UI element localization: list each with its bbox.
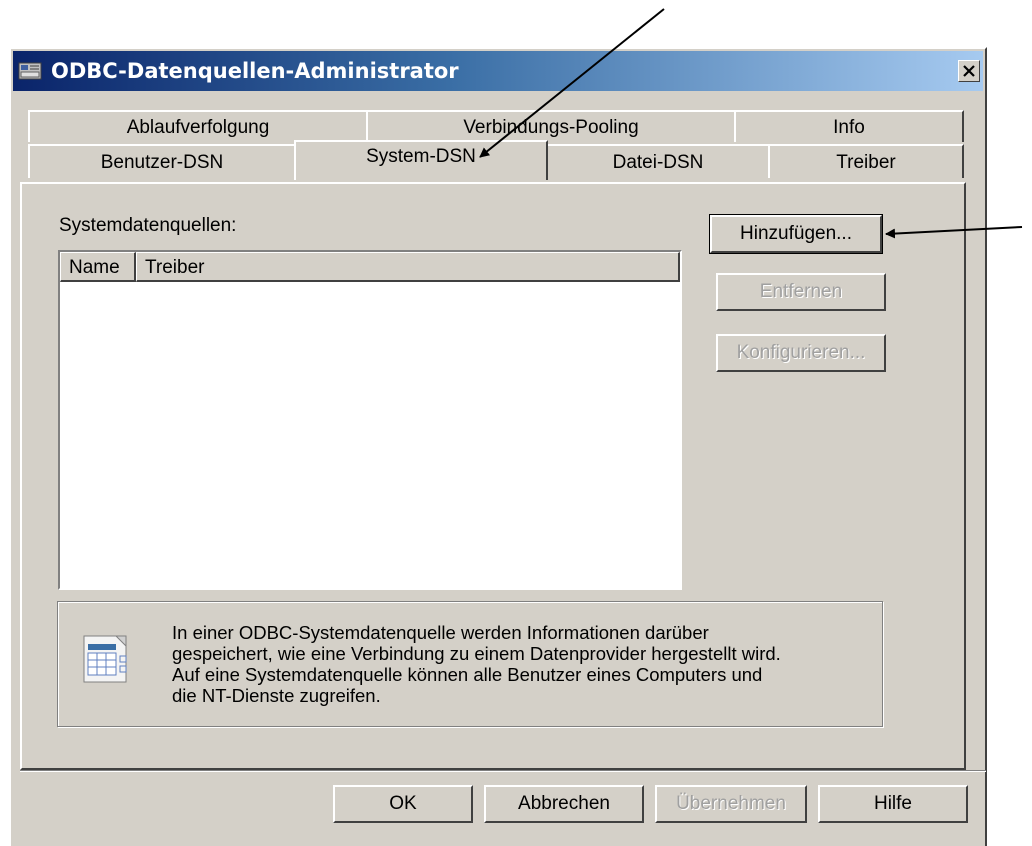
tab-label: Datei-DSN — [612, 152, 704, 173]
tab-label: Ablaufverfolgung — [126, 117, 270, 138]
button-label: OK — [389, 793, 417, 814]
apply-button[interactable]: Übernehmen — [655, 785, 807, 823]
tab-label: System-DSN — [366, 146, 476, 167]
tab-treiber[interactable]: Treiber — [768, 144, 964, 178]
data-source-list[interactable]: Name Treiber — [58, 250, 682, 590]
footer-separator — [20, 770, 986, 772]
column-header-treiber[interactable]: Treiber — [136, 252, 680, 282]
configure-button[interactable]: Konfigurieren... — [716, 334, 886, 372]
tab-label: Info — [833, 117, 865, 138]
tab-benutzer-dsn[interactable]: Benutzer-DSN — [28, 144, 296, 178]
button-label: Entfernen — [759, 281, 843, 302]
column-header-name[interactable]: Name — [60, 252, 136, 282]
list-label: Systemdatenquellen: — [59, 215, 237, 236]
tab-verbindungs-pooling[interactable]: Verbindungs-Pooling — [366, 110, 736, 142]
tab-label: Verbindungs-Pooling — [463, 117, 639, 138]
tab-label: Treiber — [836, 152, 896, 173]
title-bar[interactable]: ODBC-Datenquellen-Administrator — [13, 51, 983, 91]
button-label: Hilfe — [873, 793, 912, 814]
help-button[interactable]: Hilfe — [818, 785, 968, 823]
column-label: Name — [69, 257, 120, 278]
close-icon — [963, 65, 975, 77]
info-line: gespeichert, wie eine Verbindung zu eine… — [172, 643, 781, 664]
info-text: In einer ODBC-Systemdatenquelle werden I… — [172, 622, 872, 706]
tab-system-dsn[interactable]: System-DSN — [294, 140, 548, 180]
tab-info[interactable]: Info — [734, 110, 964, 142]
tab-ablaufverfolgung[interactable]: Ablaufverfolgung — [28, 110, 368, 142]
odbc-admin-icon — [18, 58, 44, 84]
tab-datei-dsn[interactable]: Datei-DSN — [546, 144, 770, 178]
info-line: Auf eine Systemdatenquelle können alle B… — [172, 664, 763, 685]
info-box: In einer ODBC-Systemdatenquelle werden I… — [57, 601, 883, 727]
button-label: Hinzufügen... — [740, 223, 852, 244]
button-label: Abbrechen — [518, 793, 610, 814]
window-title: ODBC-Datenquellen-Administrator — [51, 59, 459, 83]
info-line: In einer ODBC-Systemdatenquelle werden I… — [172, 622, 709, 643]
tab-label: Benutzer-DSN — [100, 152, 224, 173]
button-label: Konfigurieren... — [736, 342, 866, 363]
info-line: die NT-Dienste zugreifen. — [172, 685, 381, 706]
remove-button[interactable]: Entfernen — [716, 273, 886, 311]
button-label: Übernehmen — [676, 793, 786, 814]
column-label: Treiber — [145, 257, 205, 278]
cancel-button[interactable]: Abbrechen — [484, 785, 644, 823]
add-button[interactable]: Hinzufügen... — [709, 214, 883, 254]
ok-button[interactable]: OK — [333, 785, 473, 823]
close-button[interactable] — [958, 60, 980, 82]
data-source-icon — [76, 630, 138, 694]
list-header: Name Treiber — [60, 252, 680, 282]
